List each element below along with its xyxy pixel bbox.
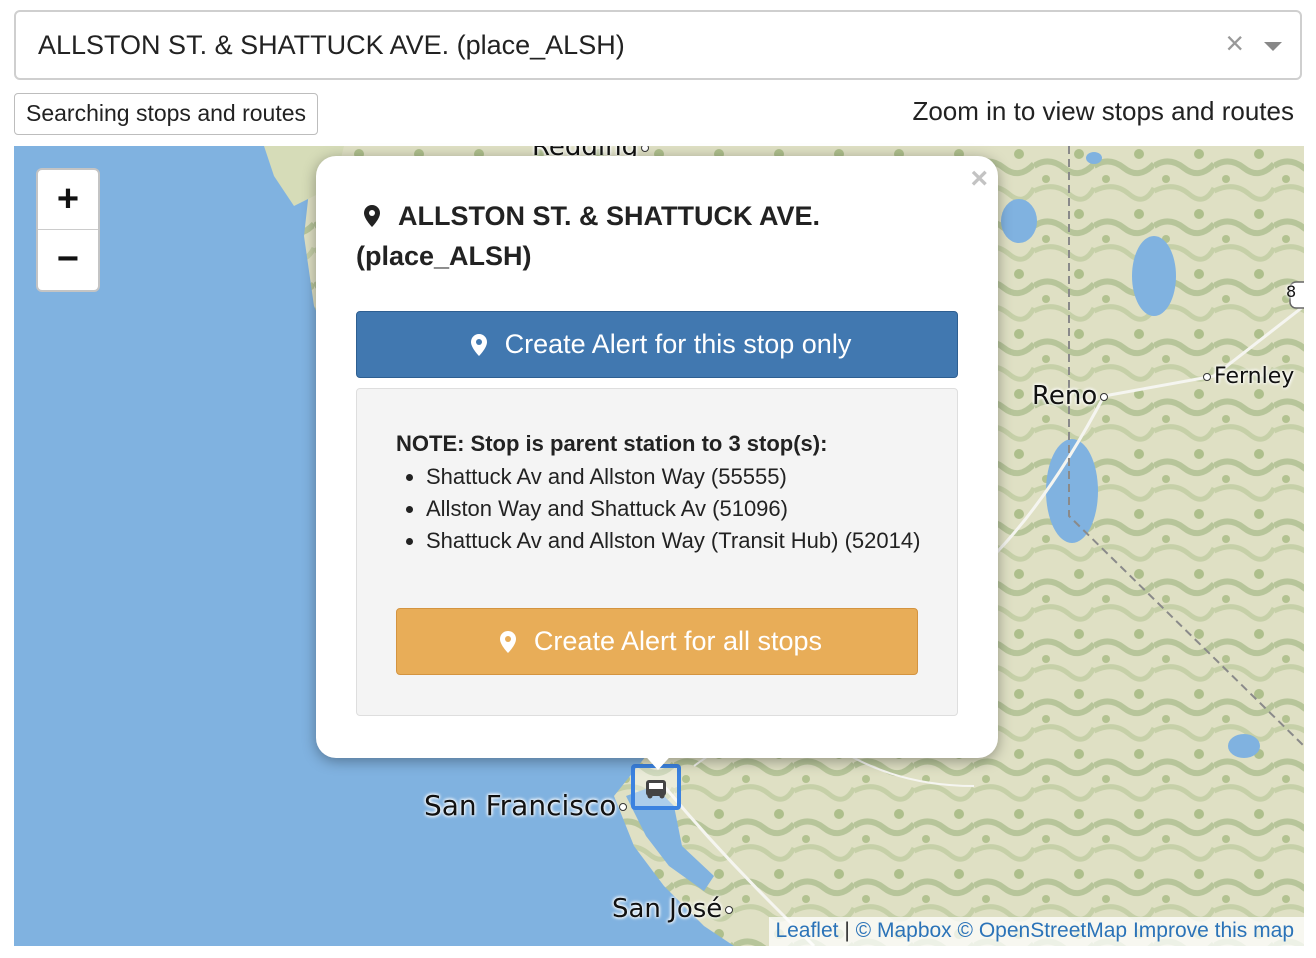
city-dot-icon [1203, 373, 1211, 381]
city-label-san-jose: San José [612, 894, 736, 924]
map-pin-icon [470, 333, 487, 356]
searching-stops-routes-button[interactable]: Searching stops and routes [14, 93, 319, 135]
zoom-in-button[interactable]: + [38, 170, 98, 230]
popup-title-text: ALLSTON ST. & SHATTUCK AVE. (place_ALSH) [356, 201, 821, 271]
zoom-control: + − [36, 168, 100, 292]
city-dot-icon [1100, 392, 1109, 401]
city-label-fernley: Fernley [1200, 364, 1294, 389]
map-pin-icon [499, 630, 516, 653]
create-alert-all-stops-button[interactable]: Create Alert for all stops [396, 608, 918, 675]
city-dot-icon [619, 803, 628, 811]
improve-map-link[interactable]: Improve this map [1133, 919, 1294, 942]
bus-icon [646, 780, 666, 799]
list-item: Shattuck Av and Allston Way (55555) [426, 461, 946, 493]
zoom-out-button[interactable]: − [38, 230, 98, 289]
city-dot-icon [641, 146, 650, 152]
zoom-hint-text: Zoom in to view stops and routes [912, 96, 1294, 126]
city-label-san-francisco: San Francisco [424, 789, 630, 822]
popup-title: ALLSTON ST. & SHATTUCK AVE. (place_ALSH) [356, 196, 916, 276]
note-heading: NOTE: Stop is parent station to 3 stop(s… [396, 431, 828, 456]
popup-tip [640, 750, 676, 770]
child-stops-note: NOTE: Stop is parent station to 3 stop(s… [356, 388, 958, 716]
stop-marker[interactable] [631, 764, 681, 810]
list-item: Allston Way and Shattuck Av (51096) [426, 493, 946, 525]
create-alert-stop-only-label: Create Alert for this stop only [504, 329, 852, 359]
attribution-separator: | [844, 919, 850, 942]
map-attribution: Leaflet | © Mapbox © OpenStreetMap Impro… [769, 917, 1304, 946]
create-alert-stop-only-button[interactable]: Create Alert for this stop only [356, 311, 958, 378]
openstreetmap-link[interactable]: © OpenStreetMap [958, 919, 1128, 942]
mapbox-link[interactable]: © Mapbox [856, 919, 952, 942]
list-item: Shattuck Av and Allston Way (Transit Hub… [426, 525, 946, 557]
popup-close-button[interactable]: × [970, 162, 988, 196]
city-dot-icon [725, 905, 734, 914]
map-pin-icon [364, 205, 380, 227]
stop-search-select[interactable]: ALLSTON ST. & SHATTUCK AVE. (place_ALSH)… [14, 10, 1302, 80]
stop-popup: × ALLSTON ST. & SHATTUCK AVE. (place_ALS… [316, 156, 998, 758]
leaflet-link[interactable]: Leaflet [775, 919, 838, 942]
clear-icon[interactable]: × [1225, 27, 1244, 59]
highway-shield-label: 8 [1286, 282, 1297, 301]
chevron-down-icon[interactable] [1264, 42, 1282, 51]
city-label-reno: Reno [1032, 381, 1111, 411]
create-alert-all-stops-label: Create Alert for all stops [533, 626, 823, 656]
selected-stop-value: ALLSTON ST. & SHATTUCK AVE. (place_ALSH) [38, 30, 625, 60]
child-stop-list: Shattuck Av and Allston Way (55555) Alls… [396, 461, 946, 557]
